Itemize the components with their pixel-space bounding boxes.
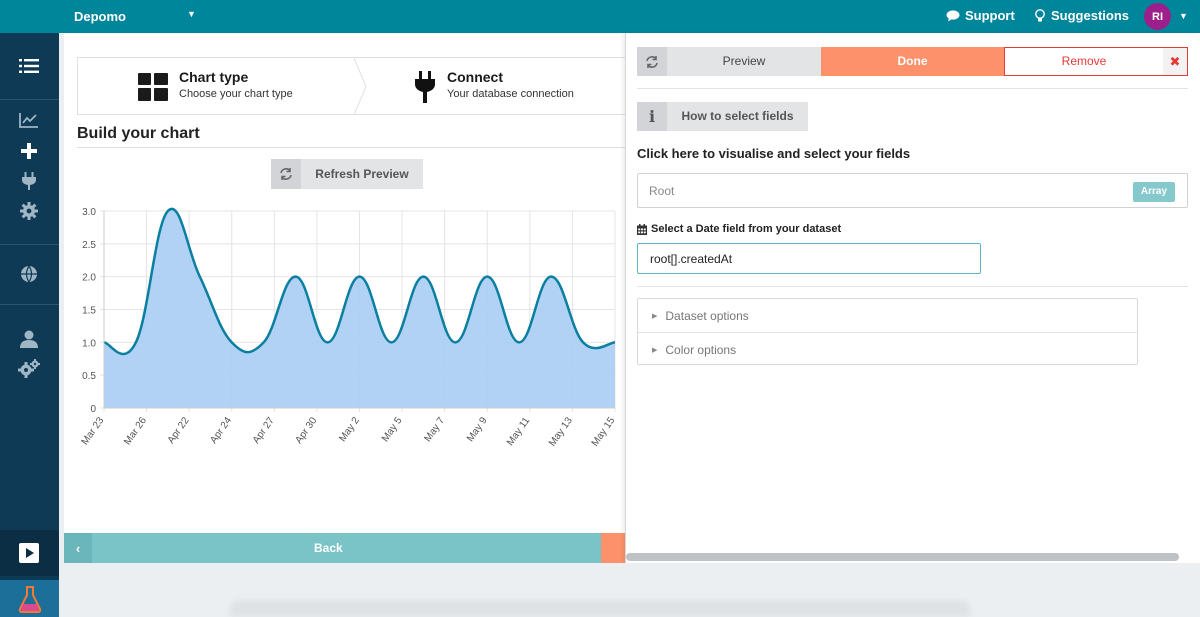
refresh-preview-label: Refresh Preview xyxy=(315,167,409,181)
preview-label: Preview xyxy=(722,54,766,68)
x-tick-label: May 15 xyxy=(590,415,618,449)
chart-preview: 0 0.5 1.0 1.5 2.0 2.5 3.0 Mar 23 Mar 26 Apr 22 Apr… xyxy=(80,207,618,449)
chevron-left-icon[interactable]: ‹ xyxy=(64,533,92,563)
info-icon: i xyxy=(637,102,667,131)
support-link[interactable]: Support xyxy=(946,8,1015,23)
step-connect-subtitle: Your database connection xyxy=(447,88,574,100)
y-tick-label: 1.5 xyxy=(82,306,96,317)
suggestions-link[interactable]: Suggestions xyxy=(1034,8,1129,23)
globe-icon[interactable] xyxy=(17,262,41,286)
next-button-edge[interactable] xyxy=(601,533,625,563)
refresh-preview-button[interactable]: Refresh Preview xyxy=(271,159,423,189)
remove-label: Remove xyxy=(1061,54,1107,68)
top-bar: Depomo ▼ Support Suggestions RI ▼ xyxy=(0,0,1200,33)
sidebar-divider xyxy=(0,244,59,245)
refresh-icon xyxy=(271,159,301,189)
x-tick-label: May 2 xyxy=(337,415,362,444)
x-tick-label: May 9 xyxy=(465,415,490,444)
main-content: Chart type Choose your chart type Connec… xyxy=(64,33,625,563)
date-field-label: Select a Date field from your dataset xyxy=(637,223,841,235)
dataset-options-toggle[interactable]: ▶ Dataset options xyxy=(638,299,1137,332)
x-tick-label: May 7 xyxy=(422,415,447,444)
gear-icon[interactable] xyxy=(17,199,41,223)
how-to-select-fields-button[interactable]: i How to select fields xyxy=(637,102,808,131)
dataset-options-label: Dataset options xyxy=(665,308,749,323)
x-tick-label: May 13 xyxy=(547,415,575,449)
array-badge: Array xyxy=(1133,182,1175,202)
brand-name[interactable]: Depomo xyxy=(74,9,126,24)
back-bar[interactable]: ‹ Back xyxy=(64,533,625,563)
y-tick-label: 3.0 xyxy=(82,207,96,218)
x-tick-label: Apr 22 xyxy=(166,415,192,446)
done-button[interactable]: Done xyxy=(821,47,1004,76)
step-connect-title[interactable]: Connect xyxy=(447,69,503,85)
grid-icon xyxy=(138,73,168,101)
flask-button[interactable] xyxy=(0,580,59,617)
root-label: Root xyxy=(649,184,675,198)
plug-icon[interactable] xyxy=(17,169,41,193)
options-accordion: ▶ Dataset options ▶ Color options xyxy=(637,298,1138,365)
play-button[interactable] xyxy=(0,530,59,576)
plug-icon xyxy=(415,71,435,103)
avatar-dropdown-icon[interactable]: ▼ xyxy=(1179,11,1188,21)
y-tick-label: 0.5 xyxy=(82,371,96,382)
y-tick-label: 2.0 xyxy=(82,273,96,284)
suggestions-label: Suggestions xyxy=(1051,8,1130,23)
brand-dropdown-icon[interactable]: ▼ xyxy=(187,9,196,19)
wizard-steps: Chart type Choose your chart type Connec… xyxy=(77,57,625,115)
remove-button[interactable]: Remove ✖ xyxy=(1004,47,1188,76)
date-field-input[interactable] xyxy=(637,243,981,274)
flask-icon xyxy=(18,585,41,613)
caret-right-icon: ▶ xyxy=(652,312,658,320)
step-chart-type-subtitle: Choose your chart type xyxy=(179,88,293,100)
plus-icon[interactable] xyxy=(17,139,41,163)
step-chevron xyxy=(354,58,367,115)
field-tree-root[interactable]: Root Array xyxy=(637,173,1188,208)
calendar-icon xyxy=(637,223,647,235)
list-icon[interactable] xyxy=(17,54,41,78)
x-tick-label: Apr 30 xyxy=(293,415,319,446)
user-icon[interactable] xyxy=(17,327,41,351)
back-label: Back xyxy=(314,541,343,555)
sidebar-divider xyxy=(0,304,59,305)
avatar-initials: RI xyxy=(1152,10,1163,23)
panel-divider xyxy=(637,286,1188,287)
footer-shadow xyxy=(230,600,970,617)
x-tick-label: Mar 23 xyxy=(80,415,107,447)
y-tick-label: 2.5 xyxy=(82,240,96,251)
play-icon xyxy=(19,543,39,563)
x-tick-label: Apr 27 xyxy=(251,415,277,446)
step-chart-type-title[interactable]: Chart type xyxy=(179,69,248,85)
visualise-fields-heading[interactable]: Click here to visualise and select your … xyxy=(637,146,910,161)
color-options-toggle[interactable]: ▶ Color options xyxy=(638,333,1137,366)
lightbulb-icon xyxy=(1035,8,1045,21)
avatar[interactable]: RI xyxy=(1144,3,1171,30)
color-options-label: Color options xyxy=(665,342,737,357)
panel-divider xyxy=(637,88,1188,89)
title-divider xyxy=(77,147,625,148)
close-icon[interactable]: ✖ xyxy=(1163,48,1187,75)
horizontal-scrollbar[interactable] xyxy=(626,553,1179,561)
support-label: Support xyxy=(965,8,1015,23)
y-tick-label: 0 xyxy=(90,404,96,415)
sidebar-divider xyxy=(0,99,59,100)
x-tick-label: Mar 26 xyxy=(122,415,149,447)
gears-icon[interactable] xyxy=(17,357,41,381)
x-tick-label: Apr 24 xyxy=(208,415,234,446)
x-tick-label: May 5 xyxy=(380,415,405,444)
how-to-label: How to select fields xyxy=(681,109,794,123)
chat-bubble-icon xyxy=(946,9,960,21)
page-title: Build your chart xyxy=(77,125,200,142)
chart-settings-panel: Preview Done Remove ✖ i How to select fi… xyxy=(625,33,1200,563)
sidebar xyxy=(0,33,59,617)
preview-button[interactable]: Preview xyxy=(637,47,821,76)
refresh-icon xyxy=(637,47,667,76)
chart-line-icon[interactable] xyxy=(17,108,41,132)
x-tick-label: May 11 xyxy=(505,415,533,448)
date-field-label-text: Select a Date field from your dataset xyxy=(651,223,842,235)
caret-right-icon: ▶ xyxy=(652,346,658,354)
y-tick-label: 1.0 xyxy=(82,338,96,349)
